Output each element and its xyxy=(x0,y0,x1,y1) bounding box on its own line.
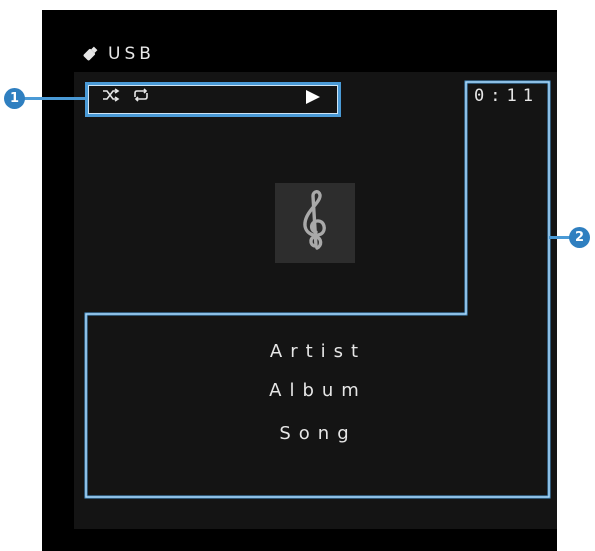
callout-box-2 xyxy=(84,80,551,499)
callout-marker-2: 2 xyxy=(569,227,590,248)
callout-leader-2 xyxy=(549,236,571,239)
